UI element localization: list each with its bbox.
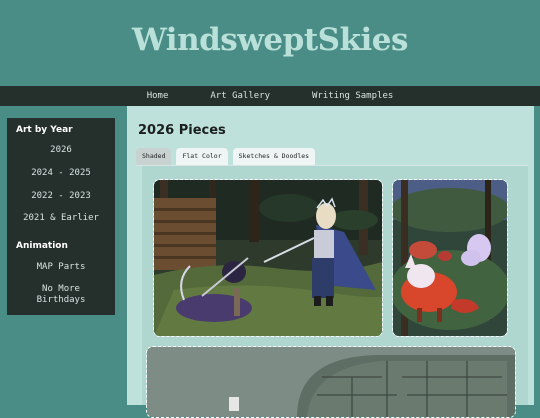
tab-flat-color[interactable]: Flat Color — [176, 148, 228, 165]
right-margin — [534, 106, 540, 405]
forest-swordfight-image — [154, 180, 382, 336]
animation-heading: Animation — [16, 241, 68, 251]
top-nav: Home Art Gallery Writing Samples — [0, 86, 540, 106]
nav-home[interactable]: Home — [126, 86, 190, 106]
sidebar-link-2024-2025[interactable]: 2024 - 2025 — [7, 168, 115, 178]
tab-sketches-doodles[interactable]: Sketches & Doodles — [232, 148, 316, 165]
sidebar-link-2026[interactable]: 2026 — [7, 145, 115, 155]
art-by-year-heading: Art by Year — [16, 125, 73, 135]
artwork-stone-wall[interactable] — [146, 346, 516, 418]
nav-art-gallery[interactable]: Art Gallery — [189, 86, 291, 106]
sidebar: Art by Year 2026 2024 - 2025 2022 - 2023… — [7, 118, 115, 315]
main-content: 2026 Pieces Shaded Flat Color Sketches &… — [127, 106, 534, 418]
gallery-tabs: Shaded Flat Color Sketches & Doodles — [136, 148, 316, 165]
artwork-fox-creatures[interactable] — [392, 179, 508, 337]
tab-shaded[interactable]: Shaded — [136, 148, 172, 165]
sidebar-link-no-more-birthdays[interactable]: No More Birthdays — [7, 284, 115, 306]
sidebar-link-2021-earlier[interactable]: 2021 & Earlier — [7, 213, 115, 223]
site-header: WindsweptSkies — [0, 0, 540, 86]
site-title: WindsweptSkies — [132, 22, 408, 58]
stone-wall-image — [147, 347, 515, 417]
sidebar-link-2022-2023[interactable]: 2022 - 2023 — [7, 191, 115, 201]
artwork-forest-swordfight[interactable] — [153, 179, 383, 337]
nav-writing-samples[interactable]: Writing Samples — [291, 86, 414, 106]
fox-creatures-image — [393, 180, 507, 336]
sidebar-link-map-parts[interactable]: MAP Parts — [7, 262, 115, 272]
page-title: 2026 Pieces — [138, 123, 226, 138]
